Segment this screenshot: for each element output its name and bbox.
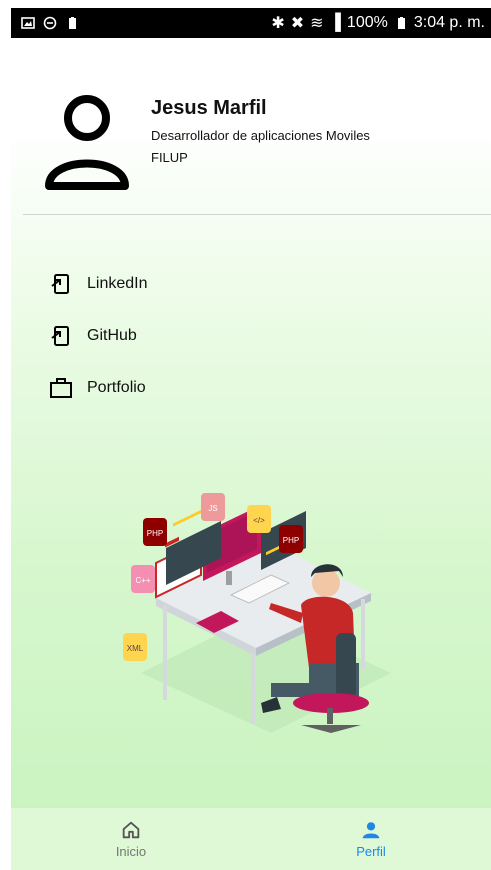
battery-small-icon	[69, 17, 76, 29]
status-right: ✱ ✖ ≋ ▐ 100% 3:04 p. m.	[271, 13, 485, 33]
person-icon	[362, 822, 380, 839]
status-bar: ✱ ✖ ≋ ▐ 100% 3:04 p. m.	[11, 8, 491, 38]
nav-label: Perfil	[356, 844, 386, 859]
briefcase-icon	[50, 378, 72, 398]
status-left-icons	[21, 16, 79, 30]
link-label: Portfolio	[87, 379, 146, 396]
wifi-icon: ≋	[310, 15, 324, 32]
home-icon	[122, 821, 140, 839]
open-in-app-icon	[51, 326, 69, 346]
link-portfolio[interactable]: Portfolio	[49, 362, 148, 414]
image-notification-icon	[21, 17, 35, 29]
link-label: GitHub	[87, 327, 137, 344]
developer-illustration: PHP JS </> PHP C++ XML	[123, 493, 391, 733]
battery-icon	[397, 17, 405, 29]
signal-icon: ▐	[329, 14, 341, 31]
do-not-disturb-icon	[43, 16, 57, 30]
link-linkedin[interactable]: LinkedIn	[49, 258, 148, 310]
clock: 3:04 p. m.	[413, 14, 485, 31]
link-label: LinkedIn	[87, 275, 148, 292]
nav-label: Inicio	[115, 844, 147, 859]
profile-organization: FILUP	[151, 150, 188, 165]
person-icon	[45, 95, 129, 190]
profile-role: Desarrollador de aplicaciones Moviles	[151, 128, 370, 143]
battery-percent: 100%	[346, 14, 388, 31]
bottom-navigation: Inicio Perfil	[11, 807, 491, 870]
badge-php: PHP	[147, 529, 163, 538]
profile-name: Jesus Marfil	[151, 97, 267, 119]
profile-header: Jesus Marfil Desarrollador de aplicacion…	[43, 94, 463, 194]
nav-item-perfil[interactable]: Perfil	[251, 808, 491, 870]
open-in-app-icon	[51, 274, 69, 294]
badge-php-2: PHP	[283, 536, 299, 545]
badge-js: JS	[208, 504, 217, 513]
nav-item-inicio[interactable]: Inicio	[11, 808, 251, 870]
badge-cpp: C++	[135, 576, 150, 585]
bluetooth-icon: ✱	[271, 15, 285, 32]
mute-icon: ✖	[290, 15, 305, 32]
badge-code: </>	[253, 516, 265, 525]
profile-page: Jesus Marfil Desarrollador de aplicacion…	[11, 38, 491, 870]
links-list: LinkedIn GitHub Portfolio	[49, 258, 148, 414]
link-github[interactable]: GitHub	[49, 310, 148, 362]
badge-xml: XML	[127, 644, 144, 653]
divider	[23, 214, 491, 215]
